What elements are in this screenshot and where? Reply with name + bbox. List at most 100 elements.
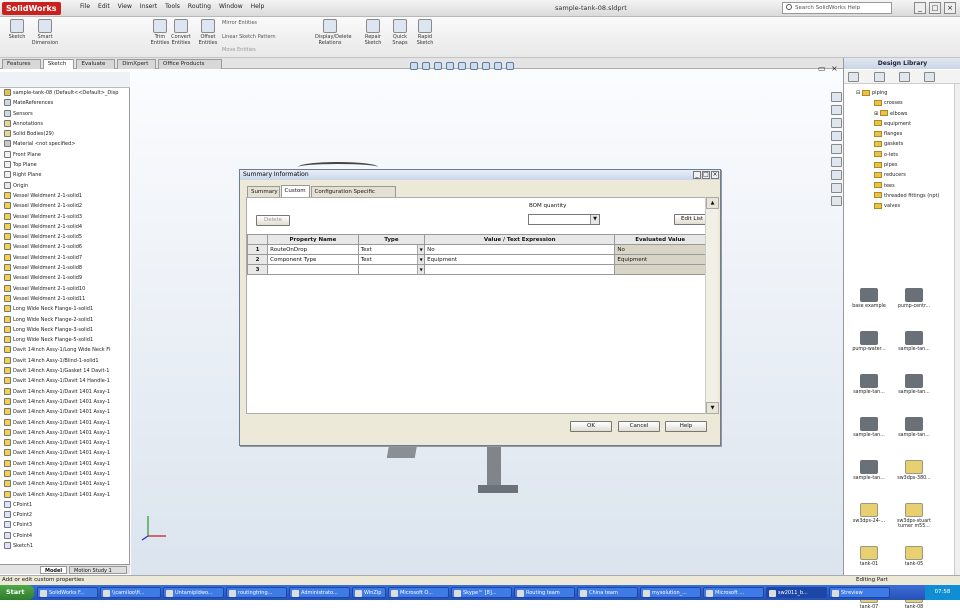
tree-item[interactable]: Vessel Weldment 2-1-solid6 bbox=[0, 242, 129, 252]
cancel-button[interactable]: Cancel bbox=[618, 421, 660, 432]
tree-item[interactable]: Vessel Weldment 2-1-solid4 bbox=[0, 222, 129, 232]
previous-view-icon[interactable] bbox=[434, 62, 442, 70]
library-item[interactable]: sw3dps-24-... bbox=[844, 503, 894, 524]
row-number[interactable]: 3 bbox=[246, 264, 269, 275]
close-button[interactable]: × bbox=[944, 2, 956, 14]
taskbar-routingtring[interactable]: routingtring... bbox=[226, 587, 287, 598]
library-item[interactable]: sw3dps-380... bbox=[889, 460, 939, 481]
dialog-tab-configuration-specific[interactable]: Configuration Specific bbox=[310, 186, 396, 197]
tree-item[interactable]: Top Plane bbox=[0, 160, 129, 170]
viewport-restore-icon[interactable]: ▭ bbox=[818, 64, 826, 73]
tree-item[interactable]: Davit 14inch Assy-1/Davit 1401 Assy-1 bbox=[0, 448, 129, 458]
row-number[interactable]: 1 bbox=[246, 244, 269, 255]
tree-item[interactable]: Long Wide Neck Flange-3-solid1 bbox=[0, 325, 129, 335]
tree-item[interactable]: Vessel Weldment 2-1-solid7 bbox=[0, 253, 129, 263]
display-style-icon[interactable] bbox=[470, 62, 478, 70]
menu-file[interactable]: File bbox=[80, 3, 90, 10]
library-folder[interactable]: threaded fittings (npt) bbox=[844, 191, 954, 201]
custom-properties-icon[interactable] bbox=[830, 183, 842, 193]
design-library-icon[interactable] bbox=[830, 118, 842, 128]
tree-item[interactable]: Vessel Weldment 2-1-solid3 bbox=[0, 212, 129, 222]
tree-item[interactable]: Right Plane bbox=[0, 170, 129, 180]
appearances-icon[interactable] bbox=[830, 170, 842, 180]
tree-item[interactable]: Sensors bbox=[0, 109, 129, 119]
dialog-scrollbar[interactable]: ▲ ▼ bbox=[705, 197, 719, 414]
dialog-close-button[interactable]: × bbox=[711, 171, 719, 179]
view-palette-icon[interactable] bbox=[830, 157, 842, 167]
solidworks-forum-icon[interactable] bbox=[830, 196, 842, 206]
app-logo[interactable]: SolidWorks bbox=[2, 2, 61, 15]
help-search-input[interactable]: Search SolidWorks Help bbox=[782, 2, 892, 14]
menu-tools[interactable]: Tools bbox=[165, 3, 180, 10]
tree-item[interactable]: Davit 14inch Assy-1/Davit 1401 Assy-1 bbox=[0, 490, 129, 500]
ribbon-display-delete-relations-button[interactable]: Display/Delete Relations bbox=[315, 19, 352, 46]
tree-root[interactable]: sample-tank-08 (Default<<Default>_Disp bbox=[0, 88, 129, 98]
column-type[interactable]: Type bbox=[357, 234, 426, 245]
library-item[interactable]: sample-tan... bbox=[844, 374, 894, 395]
delete-button[interactable]: Delete bbox=[256, 215, 290, 226]
tree-item[interactable]: Long Wide Neck Flange-1-solid1 bbox=[0, 304, 129, 314]
library-folder[interactable]: tees bbox=[844, 181, 954, 191]
tree-item[interactable]: Davit 14inch Assy-1/Long Wide Neck Fl bbox=[0, 345, 129, 355]
library-folder[interactable]: equipment bbox=[844, 119, 954, 129]
tab-office-products[interactable]: Office Products bbox=[158, 59, 222, 69]
resources-icon[interactable] bbox=[830, 105, 842, 115]
taskbar-sw2011-b[interactable]: sw2011_b... bbox=[766, 587, 827, 598]
folder-icon[interactable] bbox=[899, 72, 910, 82]
tab-dimxpert[interactable]: DimXpert bbox=[117, 59, 156, 69]
hide-show-icon[interactable] bbox=[482, 62, 490, 70]
dialog-maximize-button[interactable]: □ bbox=[702, 171, 710, 179]
maximize-button[interactable]: □ bbox=[929, 2, 941, 14]
dialog-tab-summary[interactable]: Summary bbox=[247, 186, 280, 197]
tree-item[interactable]: CPoint3 bbox=[0, 520, 129, 530]
scroll-up-icon[interactable]: ▲ bbox=[706, 197, 719, 209]
library-item[interactable]: sample-tan... bbox=[889, 417, 939, 438]
library-item[interactable]: sample-tan... bbox=[889, 331, 939, 352]
view-orientation-icon[interactable] bbox=[458, 62, 466, 70]
dialog-minimize-button[interactable]: _ bbox=[693, 171, 701, 179]
tree-item[interactable]: Davit 14inch Assy-1/Davit 1401 Assy-1 bbox=[0, 479, 129, 489]
tree-item[interactable]: Vessel Weldment 2-1-solid5 bbox=[0, 232, 129, 242]
tree-item[interactable]: Long Wide Neck Flange-2-solid1 bbox=[0, 315, 129, 325]
tree-item[interactable]: Davit 14inch Assy-1/Davit 1401 Assy-1 bbox=[0, 438, 129, 448]
ribbon-rapid-sketch-button[interactable]: Rapid Sketch bbox=[410, 19, 440, 46]
property-type-cell[interactable]: ▼ bbox=[357, 264, 426, 275]
ribbon-convert-entities-button[interactable]: Convert Entities bbox=[166, 19, 196, 46]
library-item[interactable]: pump-centr... bbox=[889, 288, 939, 309]
feature-manager-toolbar[interactable] bbox=[0, 72, 130, 88]
tree-item[interactable]: Annotations bbox=[0, 119, 129, 129]
taskbar-administrato[interactable]: Administrato... bbox=[289, 587, 350, 598]
chevron-down-icon[interactable]: ▼ bbox=[417, 255, 425, 264]
tree-item[interactable]: Origin bbox=[0, 181, 129, 191]
tree-item[interactable]: Davit 14inch Assy-1/Davit 1401 Assy-1 bbox=[0, 407, 129, 417]
library-item[interactable]: sample-tan... bbox=[844, 417, 894, 438]
tree-item[interactable]: Front Plane bbox=[0, 150, 129, 160]
property-row[interactable]: 2 Component Type Text ▼ Equipment Equipment bbox=[246, 254, 706, 265]
add-to-library-icon[interactable] bbox=[874, 72, 885, 82]
dialog-tab-custom[interactable]: Custom bbox=[280, 185, 310, 197]
help-button[interactable]: Help bbox=[665, 421, 707, 432]
property-row[interactable]: 3 ▼ bbox=[246, 264, 706, 275]
taskbar-microsoft[interactable]: Microsoft ... bbox=[703, 587, 764, 598]
menu-routing[interactable]: Routing bbox=[188, 3, 211, 10]
menu-help[interactable]: Help bbox=[251, 3, 265, 10]
library-item[interactable]: pump-water... bbox=[844, 331, 894, 352]
chevron-down-icon[interactable]: ▼ bbox=[417, 265, 425, 274]
file-explorer-icon[interactable] bbox=[830, 131, 842, 141]
tab-model[interactable]: Model bbox=[40, 566, 67, 574]
tree-item[interactable]: Vessel Weldment 2-1-solid11 bbox=[0, 294, 129, 304]
library-folder[interactable]: valves bbox=[844, 201, 954, 211]
library-item[interactable]: sample-tan... bbox=[844, 460, 894, 481]
property-value-cell[interactable] bbox=[424, 264, 616, 275]
tree-item[interactable]: Davit 14inch Assy-1/Davit 14 Handle-1 bbox=[0, 376, 129, 386]
tree-item[interactable]: CPoint2 bbox=[0, 510, 129, 520]
property-type-cell[interactable]: Text ▼ bbox=[357, 254, 426, 265]
library-folder[interactable]: o-lets bbox=[844, 150, 954, 160]
library-folder[interactable]: crosses bbox=[844, 98, 954, 108]
property-row[interactable]: 1 RouteOnDrop Text ▼ No No bbox=[246, 244, 706, 255]
tree-item[interactable]: CPoint4 bbox=[0, 531, 129, 541]
tree-item[interactable]: Davit 14inch Assy-1/Blind-1-solid1 bbox=[0, 356, 129, 366]
library-item[interactable]: sample-tan... bbox=[889, 374, 939, 395]
taskbar-routing-team[interactable]: Routing team bbox=[514, 587, 575, 598]
ok-button[interactable]: OK bbox=[570, 421, 612, 432]
